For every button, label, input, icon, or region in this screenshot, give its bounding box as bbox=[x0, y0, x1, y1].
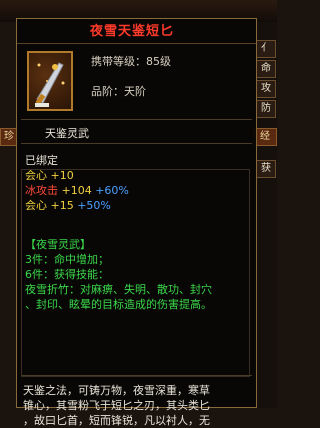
grade-stat: 品阶：天阶 bbox=[91, 85, 146, 98]
dagger-icon bbox=[35, 62, 65, 107]
divider bbox=[21, 143, 252, 144]
set-skill-2: 、封印、眩晕的目标造成的伤害提高。 bbox=[25, 298, 212, 311]
side-tab-3[interactable]: 攻 bbox=[256, 80, 276, 98]
divider bbox=[21, 119, 252, 120]
item-name: 天鉴灵武 bbox=[45, 127, 89, 140]
item-description: 天鉴之法，可铸万物，夜雪深重，寒草 锥心，其雪粉飞于短匕之刃，其头类匕 ，故曰匕… bbox=[23, 384, 210, 427]
side-tab-5[interactable]: 获 bbox=[256, 160, 276, 178]
side-tab-2[interactable]: 命 bbox=[256, 60, 276, 78]
set-section: 【夜雪灵武】 3件：命中增加； 6件：获得技能： 夜雪折竹：对麻痹、失明、散功、… bbox=[25, 237, 212, 312]
item-title: 夜雪天鉴短匕 bbox=[89, 24, 174, 39]
side-tab-4[interactable]: 防 bbox=[256, 100, 276, 118]
set-piece6: 6件：获得技能： bbox=[25, 268, 109, 281]
side-tab-1[interactable]: 亻 bbox=[256, 40, 276, 58]
item-tooltip: 夜雪天鉴短匕 携带等级：85级 品阶：天阶 天鉴灵武 已绑定 会心 +10 冰攻… bbox=[16, 18, 257, 427]
divider bbox=[21, 375, 252, 376]
set-piece3: 3件：命中增加； bbox=[25, 253, 109, 266]
level-stat: 携带等级：85级 bbox=[91, 55, 171, 68]
item-icon bbox=[27, 51, 73, 111]
bound-status: 已绑定 bbox=[25, 154, 58, 167]
set-name: 【夜雪灵武】 bbox=[25, 238, 91, 251]
set-skill-1: 夜雪折竹：对麻痹、失明、散功、封穴 bbox=[25, 283, 212, 296]
